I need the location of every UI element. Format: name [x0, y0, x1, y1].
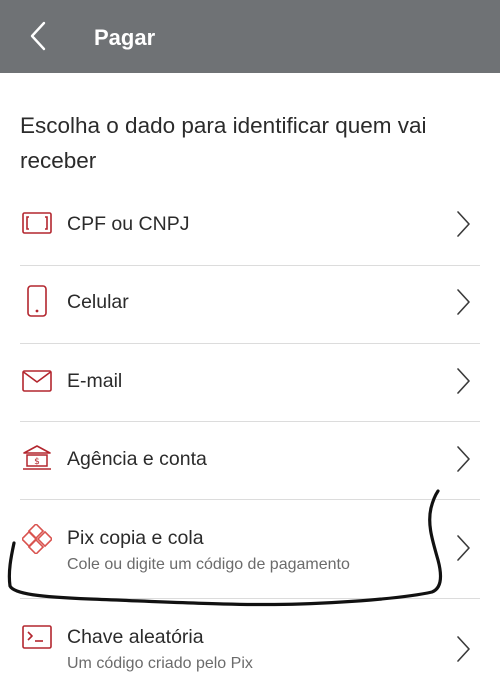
instruction-text: Escolha o dado para identificar quem vai… [20, 113, 427, 173]
option-label: Agência e conta [67, 448, 207, 470]
top-bar: Pagar [0, 0, 500, 73]
pix-icon [20, 522, 54, 556]
option-pix-copia-cola[interactable]: Pix copia e cola Cole ou digite um códig… [0, 500, 500, 598]
smartphone-icon [20, 284, 54, 318]
option-description: Cole ou digite um código de pagamento [67, 556, 350, 573]
option-label: CPF ou CNPJ [67, 213, 190, 235]
back-button[interactable] [18, 16, 58, 56]
chevron-right-icon [451, 531, 475, 565]
chevron-right-icon [451, 207, 475, 241]
chevron-right-icon [451, 364, 475, 398]
svg-text:$: $ [34, 457, 40, 467]
option-label: Celular [67, 291, 129, 313]
option-label: E-mail [67, 370, 123, 392]
document-id-icon [20, 206, 54, 240]
chevron-left-icon [30, 21, 46, 51]
option-email[interactable]: E-mail [0, 344, 500, 421]
bank-icon: $ [20, 441, 54, 475]
chevron-right-icon [451, 632, 475, 666]
chevron-right-icon [451, 285, 475, 319]
envelope-icon [20, 364, 54, 398]
option-agencia-conta[interactable]: $ Agência e conta [0, 422, 500, 499]
option-cpf-cnpj[interactable]: CPF ou CNPJ [0, 188, 500, 265]
option-chave-aleatoria[interactable]: Chave aleatória Um código criado pelo Pi… [0, 599, 500, 697]
option-celular[interactable]: Celular [0, 266, 500, 343]
terminal-icon [20, 620, 54, 654]
page-title: Pagar [94, 25, 156, 50]
option-label: Chave aleatória [67, 626, 204, 648]
chevron-right-icon [451, 442, 475, 476]
option-description: Um código criado pelo Pix [67, 655, 253, 672]
option-label: Pix copia e cola [67, 527, 204, 549]
